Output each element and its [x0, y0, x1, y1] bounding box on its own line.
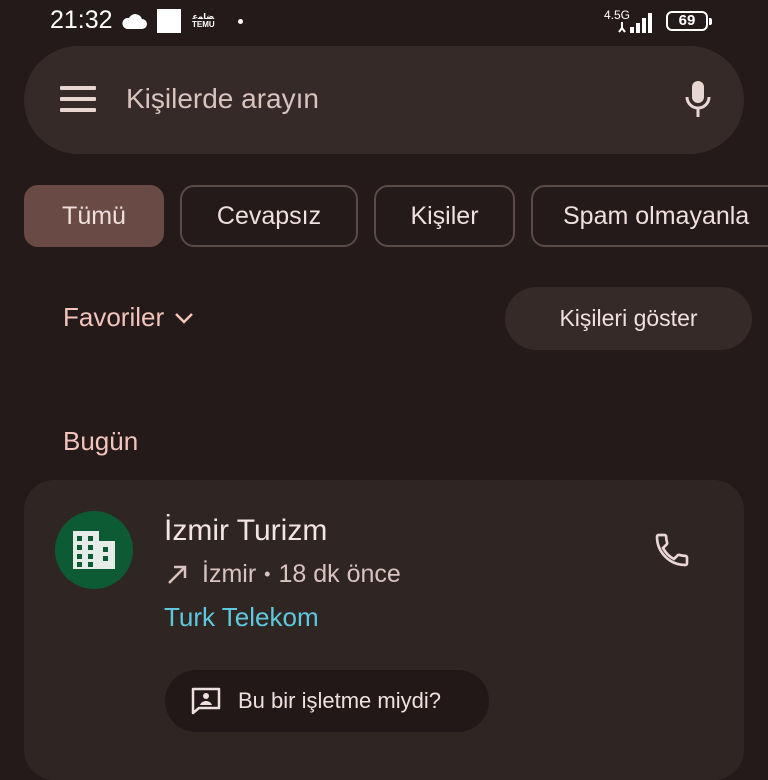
recent-call-card[interactable]: İzmir Turizm İzmir • 18 dk önce Turk Tel…: [24, 480, 744, 780]
avatar: [55, 511, 133, 589]
chevron-down-icon: [175, 312, 194, 324]
chip-contacts[interactable]: Kişiler: [374, 185, 515, 247]
temu-icon: ﻀﺎﻤﻋ TEMU: [192, 12, 215, 29]
carrier-label: Turk Telekom: [164, 602, 319, 632]
call-time: 18 dk önce: [278, 560, 401, 588]
battery-icon: 69: [666, 11, 712, 31]
chip-all[interactable]: Tümü: [24, 185, 164, 247]
menu-icon[interactable]: [60, 86, 96, 117]
notification-icon: [157, 9, 181, 33]
business-feedback-button[interactable]: Bu bir işletme miydi?: [165, 670, 489, 732]
show-contacts-button[interactable]: Kişileri göster: [505, 287, 752, 350]
caller-name: İzmir Turizm: [164, 514, 328, 547]
status-time: 21:32: [50, 6, 113, 34]
chip-missed[interactable]: Cevapsız: [180, 185, 358, 247]
favorites-label: Favoriler: [63, 302, 165, 332]
call-details: İzmir • 18 dk önce: [166, 560, 401, 589]
meta-separator: •: [264, 564, 271, 584]
cloud-icon: [120, 12, 148, 35]
business-icon: [73, 531, 115, 569]
search-bar[interactable]: [24, 46, 744, 154]
microphone-icon[interactable]: [684, 80, 712, 125]
search-input[interactable]: [126, 79, 646, 119]
chip-non-spam[interactable]: Spam olmayanla: [531, 185, 768, 247]
section-title-today: Bugün: [63, 426, 139, 456]
phone-icon[interactable]: [652, 530, 692, 575]
call-location: İzmir: [202, 560, 257, 588]
signal-icon: [618, 10, 658, 39]
feedback-icon: [191, 687, 221, 715]
outgoing-call-icon: [168, 565, 187, 584]
status-bar: 21:32 ﻀﺎﻤﻋ TEMU 4.5G 69: [0, 0, 768, 44]
business-feedback-label: Bu bir işletme miydi?: [238, 688, 441, 713]
more-notifications-dot: [238, 19, 243, 24]
favorites-dropdown[interactable]: Favoriler: [63, 302, 194, 333]
